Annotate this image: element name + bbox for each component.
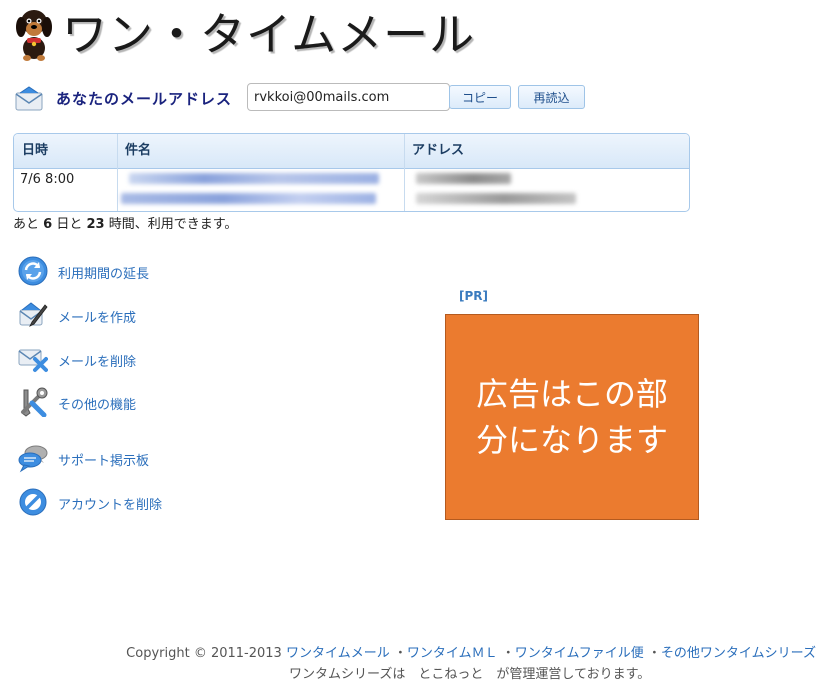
remaining-suffix: 時間、利用できます。 — [108, 217, 238, 232]
pr-label: [PR] — [459, 289, 489, 303]
header-address: アドレス — [412, 143, 465, 158]
redacted-subject-line — [121, 193, 376, 204]
footer-separator: ・ — [501, 646, 515, 661]
reload-button[interactable]: 再読込 — [518, 85, 585, 109]
table-row-datetime: 7/6 8:00 — [20, 172, 75, 187]
menu-label[interactable]: サポート掲示板 — [58, 450, 149, 469]
site-title: ワン・タイムメール — [62, 8, 476, 61]
menu-delete-account[interactable]: アカウントを削除 — [18, 487, 318, 517]
footer-separator: ・ — [647, 646, 661, 661]
table-row-address — [404, 168, 689, 211]
menu-label[interactable]: アカウントを削除 — [58, 494, 162, 513]
table-header: 日時 件名 アドレス — [14, 134, 689, 169]
menu-label[interactable]: 利用期間の延長 — [58, 263, 149, 282]
header-datetime: 日時 — [22, 143, 49, 158]
ad-placeholder[interactable]: 広告はこの部 分になります — [445, 314, 699, 520]
redacted-address-line — [416, 173, 511, 184]
address-bar: あなたのメールアドレス コピー 再読込 — [14, 83, 614, 113]
footer-link-onetime-mail[interactable]: ワンタイムメール — [286, 646, 390, 661]
inbox-table: 日時 件名 アドレス 7/6 8:00 — [13, 133, 690, 212]
menu-label[interactable]: メールを削除 — [58, 351, 136, 370]
redacted-address-line — [416, 193, 576, 204]
menu-delete-mail[interactable]: メールを削除 — [18, 344, 318, 374]
refresh-icon — [18, 256, 48, 286]
remaining-hours: 23 — [86, 217, 105, 232]
copy-button[interactable]: コピー — [449, 85, 511, 109]
footer-link-other-series[interactable]: その他ワンタイムシリーズ — [661, 646, 816, 661]
footer-link-onetime-file[interactable]: ワンタイムファイル便 — [515, 646, 644, 661]
delete-mail-icon — [18, 349, 48, 372]
menu-other-features[interactable]: その他の機能 — [18, 387, 318, 417]
menu-label[interactable]: その他の機能 — [58, 394, 136, 413]
footer-copyright-line: Copyright © 2011-2013 ワンタイムメール ・ワンタイムＭＬ … — [126, 642, 816, 661]
prohibit-icon — [19, 488, 47, 516]
table-row-subject[interactable] — [117, 168, 404, 211]
dachshund-logo-icon — [16, 10, 52, 61]
footer-operator-note: ワンタムシリーズは とこねっと が管理運営しております。 — [289, 667, 651, 682]
site-logo[interactable]: ワン・タイムメール — [12, 6, 474, 66]
header-subject: 件名 — [125, 143, 152, 158]
email-address-field[interactable] — [247, 83, 450, 111]
compose-icon — [19, 302, 48, 327]
menu-label[interactable]: メールを作成 — [58, 307, 136, 326]
remaining-days-unit: 日と — [56, 217, 83, 232]
menu-compose[interactable]: メールを作成 — [18, 300, 318, 330]
address-label: あなたのメールアドレス — [56, 90, 233, 108]
chat-icon — [18, 445, 48, 473]
ad-text: 広告はこの部 分になります — [475, 375, 668, 459]
envelope-icon — [15, 86, 43, 111]
copyright-text: Copyright © 2011-2013 — [126, 646, 282, 661]
footer-separator: ・ — [393, 646, 407, 661]
tools-icon — [21, 387, 48, 417]
menu-extend[interactable]: 利用期間の延長 — [18, 256, 318, 286]
redacted-subject-line — [129, 173, 379, 184]
remaining-prefix: あと — [13, 217, 40, 232]
remaining-days: 6 — [43, 217, 53, 232]
remaining-time: あと 6 日と 23 時間、利用できます。 — [13, 213, 237, 232]
menu-support-board[interactable]: サポート掲示板 — [18, 443, 318, 473]
footer-link-onetime-ml[interactable]: ワンタイムＭＬ — [407, 646, 498, 661]
